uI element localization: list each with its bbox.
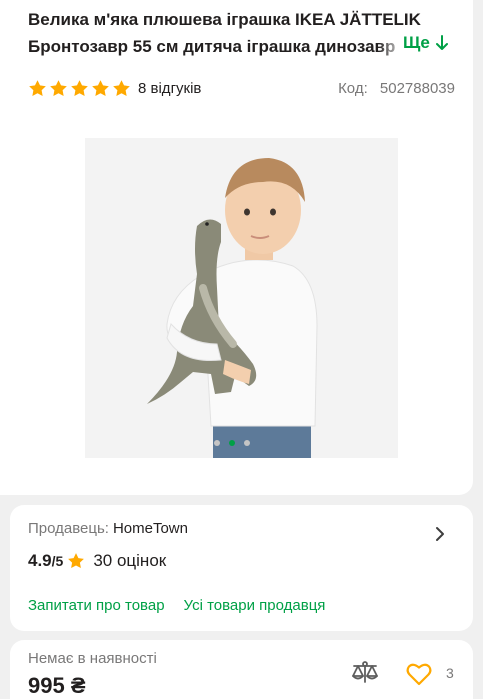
arrow-down-icon: [435, 35, 448, 50]
star-icon: [113, 79, 130, 96]
stock-status: Немає в наявності: [28, 650, 157, 667]
seller-label: Продавець:: [28, 520, 109, 537]
star-icon: [50, 79, 67, 96]
seller-score: 4.9 /5 30 оцінок: [28, 551, 166, 571]
product-code: Код: 502788039: [338, 80, 455, 97]
buy-card: Немає в наявності 995 ₴ 3: [10, 640, 473, 699]
rating-row: 8 відгуків Код: 502788039: [28, 76, 455, 100]
seller-score-value: 4.9: [28, 551, 52, 570]
gallery-dots: [214, 440, 250, 446]
reviews-link[interactable]: 8 відгуків: [138, 80, 201, 97]
product-title: Велика м'яка плюшева іграшка IKEA JÄTTEL…: [28, 6, 458, 60]
product-title-line-1: Велика м'яка плюшева іграшка IKEA JÄTTEL…: [28, 10, 421, 29]
seller-links: Запитати про товар Усі товари продавця: [28, 597, 325, 614]
gallery-dot[interactable]: [244, 440, 250, 446]
product-title-line-2: Бронтозавр 55 см дитяча іграшка динозавр: [28, 33, 406, 60]
seller-ratings-count: 30 оцінок: [93, 551, 167, 570]
scales-icon[interactable]: [350, 660, 380, 686]
gallery-dot-active[interactable]: [229, 440, 235, 446]
product-image: [85, 138, 398, 458]
ask-about-product-link[interactable]: Запитати про товар: [28, 597, 165, 614]
star-icon: [68, 553, 85, 569]
chevron-right-icon[interactable]: [434, 526, 446, 542]
more-button[interactable]: Ще: [403, 33, 448, 53]
more-label: Ще: [403, 33, 430, 52]
rating-stars[interactable]: [28, 79, 131, 98]
all-seller-products-link[interactable]: Усі товари продавця: [184, 597, 326, 614]
product-code-label: Код:: [338, 79, 368, 97]
heart-icon[interactable]: [406, 662, 432, 686]
favorites-count: 3: [446, 665, 454, 681]
seller-score-max: /5: [51, 553, 64, 569]
product-photo[interactable]: [85, 138, 398, 458]
seller-card: Продавець: HomeTown 4.9 /5 30 оцінок Запи…: [10, 505, 473, 631]
gallery-dot[interactable]: [214, 440, 220, 446]
product-card: Велика м'яка плюшева іграшка IKEA JÄTTEL…: [0, 0, 473, 495]
star-icon: [92, 79, 109, 96]
product-code-value: 502788039: [379, 79, 455, 97]
seller-name: HomeTown: [112, 520, 188, 537]
price: 995 ₴: [28, 673, 86, 698]
star-icon: [29, 79, 46, 96]
star-icon: [71, 79, 88, 96]
seller-row[interactable]: Продавець: HomeTown: [28, 520, 188, 537]
